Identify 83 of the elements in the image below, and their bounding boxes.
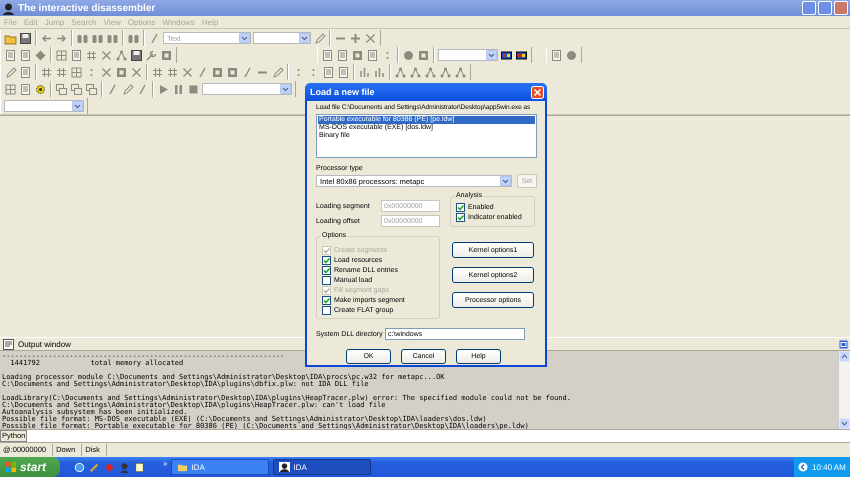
checkbox[interactable]: [322, 276, 331, 285]
bar-icon[interactable]: [358, 66, 371, 78]
document-icon[interactable]: [322, 66, 335, 78]
notepad-icon[interactable]: [134, 462, 145, 472]
taskbar-button[interactable]: IDA: [273, 459, 372, 475]
bar-icon[interactable]: [373, 66, 386, 78]
checkbox[interactable]: [322, 266, 331, 275]
scrollbar[interactable]: [838, 351, 850, 429]
restore-button[interactable]: [818, 1, 832, 15]
document-icon[interactable]: [70, 48, 83, 62]
window-pair-icon[interactable]: [70, 82, 83, 96]
grid-icon[interactable]: [55, 48, 68, 62]
document-icon[interactable]: [336, 48, 349, 62]
colored-chip-icon[interactable]: [500, 48, 513, 62]
checkbox[interactable]: [456, 213, 465, 222]
circle-icon[interactable]: [402, 48, 415, 62]
document-icon[interactable]: [19, 66, 32, 78]
document-icon[interactable]: [550, 48, 563, 62]
document-icon[interactable]: [4, 48, 17, 62]
plus-icon[interactable]: [349, 32, 362, 44]
scroll-down-icon[interactable]: [839, 418, 850, 429]
cross-icon[interactable]: [364, 32, 377, 44]
dropdown[interactable]: [253, 32, 311, 44]
hash-icon[interactable]: [166, 66, 179, 78]
square-icon[interactable]: [351, 48, 364, 62]
diamond-icon[interactable]: [34, 48, 47, 62]
head-silhouette-icon[interactable]: [119, 462, 130, 472]
panel-title: Output window: [18, 340, 71, 348]
cross-icon[interactable]: [181, 66, 194, 78]
window-title: The interactive disassembler: [18, 2, 156, 14]
hash-icon[interactable]: [151, 66, 164, 78]
pause-icon[interactable]: [172, 82, 185, 96]
scroll-up-icon[interactable]: [839, 351, 850, 362]
close-button[interactable]: [531, 86, 544, 98]
document-icon[interactable]: [366, 48, 379, 62]
tree-diagram-icon[interactable]: [454, 66, 467, 78]
document-icon[interactable]: [19, 48, 32, 62]
taskbar-button[interactable]: IDA: [171, 459, 270, 475]
chevron-left-icon[interactable]: [798, 462, 808, 472]
hash-icon[interactable]: [55, 66, 68, 78]
checkbox[interactable]: [456, 203, 465, 212]
chevron-button[interactable]: »: [163, 459, 168, 468]
tree-diagram-icon[interactable]: [439, 66, 452, 78]
square-icon[interactable]: [115, 66, 128, 78]
head-silhouette-icon: [279, 462, 290, 472]
document-icon[interactable]: [337, 66, 350, 78]
square-icon[interactable]: [160, 48, 173, 62]
grid-icon[interactable]: [4, 82, 17, 96]
circle-icon[interactable]: [565, 48, 578, 62]
flag-icon: [5, 461, 17, 473]
window-pair-icon[interactable]: [85, 82, 98, 96]
window-pair-icon[interactable]: [55, 82, 68, 96]
start-button[interactable]: start: [0, 457, 60, 477]
tree-diagram-icon[interactable]: [394, 66, 407, 78]
minimize-button[interactable]: [802, 1, 816, 15]
cross-icon[interactable]: [130, 66, 143, 78]
folder-icon: [177, 462, 188, 472]
dropdown[interactable]: [4, 100, 84, 112]
clock: 10:40 AM: [812, 462, 846, 472]
gear-icon[interactable]: [34, 82, 47, 96]
checkbox[interactable]: [322, 306, 331, 315]
tree-diagram-icon[interactable]: [424, 66, 437, 78]
play-icon[interactable]: [157, 82, 170, 96]
dialog-title: Load a new file: [310, 87, 375, 97]
square-icon[interactable]: [417, 48, 430, 62]
stop-icon[interactable]: [187, 82, 200, 96]
maximize-button[interactable]: [839, 340, 848, 348]
hash-icon[interactable]: [40, 66, 53, 78]
square-icon[interactable]: [211, 66, 224, 78]
command-input[interactable]: [27, 430, 850, 442]
grid-icon[interactable]: [70, 66, 83, 78]
square-icon[interactable]: [226, 66, 239, 78]
dropdown[interactable]: [202, 83, 292, 95]
checkbox[interactable]: [322, 296, 331, 305]
tree-diagram-icon[interactable]: [409, 66, 422, 78]
checkbox[interactable]: [322, 256, 331, 265]
cross-icon[interactable]: [100, 66, 113, 78]
hash-icon[interactable]: [85, 48, 98, 62]
colored-chip-icon[interactable]: [515, 48, 528, 62]
close-button[interactable]: [834, 1, 848, 15]
cross-icon[interactable]: [100, 48, 113, 62]
document-icon[interactable]: [321, 48, 334, 62]
head-silhouette-icon: [2, 2, 15, 14]
